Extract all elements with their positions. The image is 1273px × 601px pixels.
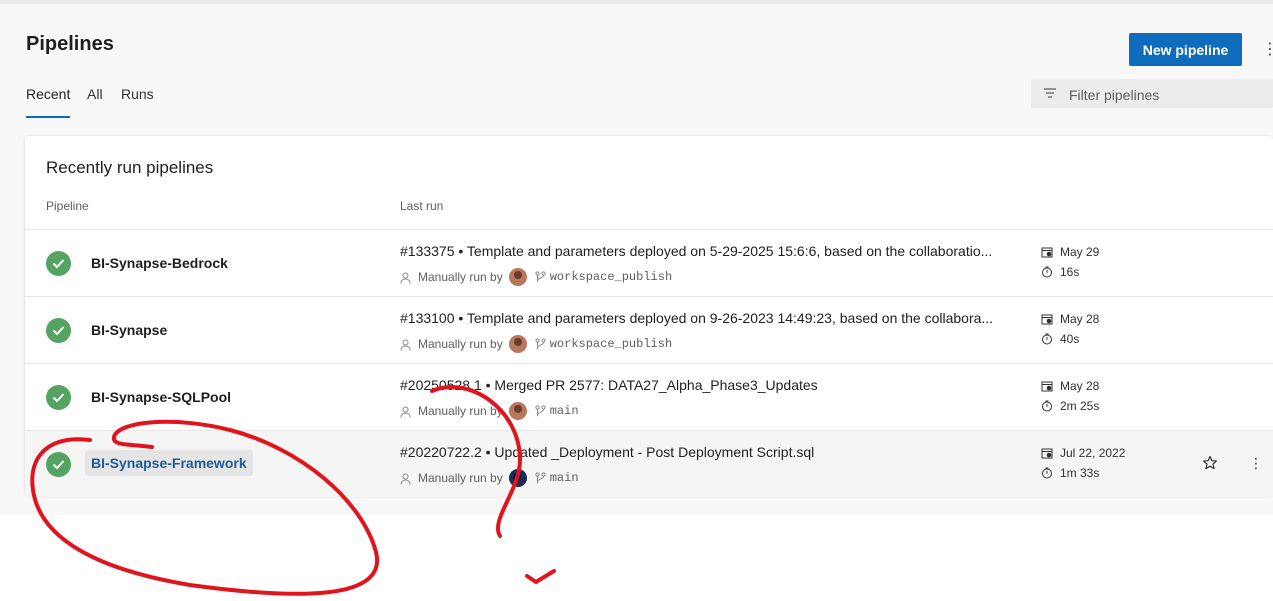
branch-name: workspace_publish: [549, 337, 673, 351]
run-title-link[interactable]: #133100 • Template and parameters deploy…: [400, 310, 1020, 326]
filter-icon: [1044, 88, 1056, 98]
trigger-text: Manually run by: [418, 471, 503, 485]
top-strip: [0, 0, 1273, 4]
filter-input[interactable]: [1067, 83, 1271, 106]
tab-all[interactable]: All: [87, 86, 103, 112]
run-date-text: May 28: [1060, 379, 1100, 393]
pipeline-row[interactable]: BI-Synapse-Framework #20220722.2 • Updat…: [25, 430, 1273, 497]
clock-icon: [1042, 333, 1052, 345]
success-status-icon: [46, 452, 71, 477]
pipeline-name-link[interactable]: BI-Synapse-SQLPool: [91, 389, 231, 405]
pipeline-row[interactable]: BI-Synapse #133100 • Template and parame…: [25, 296, 1273, 363]
avatar: [508, 469, 527, 487]
branch-icon: [535, 471, 546, 483]
pipeline-row[interactable]: BI-Synapse-Bedrock #133375 • Template an…: [25, 229, 1273, 296]
more-actions-icon[interactable]: ⋮: [1262, 40, 1273, 60]
run-title-link[interactable]: #20250528.1 • Merged PR 2577: DATA27_Alp…: [400, 377, 1020, 393]
column-header-last-run: Last run: [400, 199, 444, 213]
trigger-text: Manually run by: [418, 337, 503, 351]
branch-icon: [535, 404, 546, 416]
run-title-link[interactable]: #20220722.2 • Updated _Deployment - Post…: [400, 444, 1020, 460]
calendar-icon: [1041, 381, 1053, 392]
column-header-pipeline: Pipeline: [46, 199, 89, 213]
row-more-icon[interactable]: ⋮: [1249, 453, 1263, 473]
avatar: [508, 402, 527, 420]
active-tab-indicator: [26, 116, 70, 118]
avatar: [508, 335, 527, 353]
run-date-text: May 29: [1060, 245, 1100, 259]
calendar-icon: [1041, 314, 1053, 325]
run-duration: 16s: [1041, 265, 1079, 279]
run-meta: Manually run by main: [400, 468, 579, 488]
run-date: May 29: [1041, 245, 1099, 259]
trigger-text: Manually run by: [418, 270, 503, 284]
pipeline-row[interactable]: BI-Synapse-SQLPool #20250528.1 • Merged …: [25, 363, 1273, 430]
filter-box[interactable]: [1031, 79, 1273, 108]
run-meta: Manually run by workspace_publish: [400, 334, 672, 354]
branch-icon: [535, 337, 546, 349]
person-icon: [400, 339, 411, 351]
pipeline-name-link[interactable]: BI-Synapse-Framework: [85, 450, 253, 476]
tab-recent[interactable]: Recent: [26, 86, 70, 112]
recent-pipelines-card: Recently run pipelines Pipeline Last run…: [25, 136, 1273, 497]
success-status-icon: [46, 385, 71, 410]
run-duration-text: 2m 25s: [1060, 399, 1100, 413]
run-duration-text: 1m 33s: [1060, 466, 1100, 480]
run-duration-text: 16s: [1060, 265, 1080, 279]
run-duration: 40s: [1041, 332, 1079, 346]
page-title: Pipelines: [26, 33, 114, 55]
new-pipeline-button[interactable]: New pipeline: [1129, 33, 1242, 66]
tab-runs[interactable]: Runs: [121, 86, 154, 112]
run-title-link[interactable]: #133375 • Template and parameters deploy…: [400, 243, 1020, 259]
person-icon: [400, 473, 411, 485]
run-date: Jul 22, 2022: [1041, 446, 1125, 460]
run-date-text: Jul 22, 2022: [1060, 446, 1126, 460]
run-duration: 1m 33s: [1041, 466, 1099, 480]
clock-icon: [1042, 266, 1052, 278]
star-favorite-icon[interactable]: [1202, 455, 1218, 471]
avatar: [508, 268, 527, 286]
calendar-icon: [1041, 247, 1053, 258]
clock-icon: [1042, 400, 1052, 412]
run-date: May 28: [1041, 379, 1099, 393]
run-date: May 28: [1041, 312, 1099, 326]
calendar-icon: [1041, 448, 1053, 459]
branch-name: workspace_publish: [549, 270, 673, 284]
run-duration: 2m 25s: [1041, 399, 1099, 413]
branch-icon: [535, 270, 546, 282]
clock-icon: [1042, 467, 1052, 479]
branch-name: main: [549, 471, 579, 485]
person-icon: [400, 406, 411, 418]
pipeline-name-link[interactable]: BI-Synapse: [91, 322, 167, 338]
pipeline-name-link[interactable]: BI-Synapse-Bedrock: [91, 255, 228, 271]
run-date-text: May 28: [1060, 312, 1100, 326]
person-icon: [400, 272, 411, 284]
card-title: Recently run pipelines: [46, 158, 214, 177]
success-status-icon: [46, 318, 71, 343]
annotation-tick-mark: [525, 569, 556, 585]
run-meta: Manually run by workspace_publish: [400, 267, 672, 287]
success-status-icon: [46, 251, 71, 276]
trigger-text: Manually run by: [418, 404, 503, 418]
run-meta: Manually run by main: [400, 401, 579, 421]
run-duration-text: 40s: [1060, 332, 1080, 346]
branch-name: main: [549, 404, 579, 418]
